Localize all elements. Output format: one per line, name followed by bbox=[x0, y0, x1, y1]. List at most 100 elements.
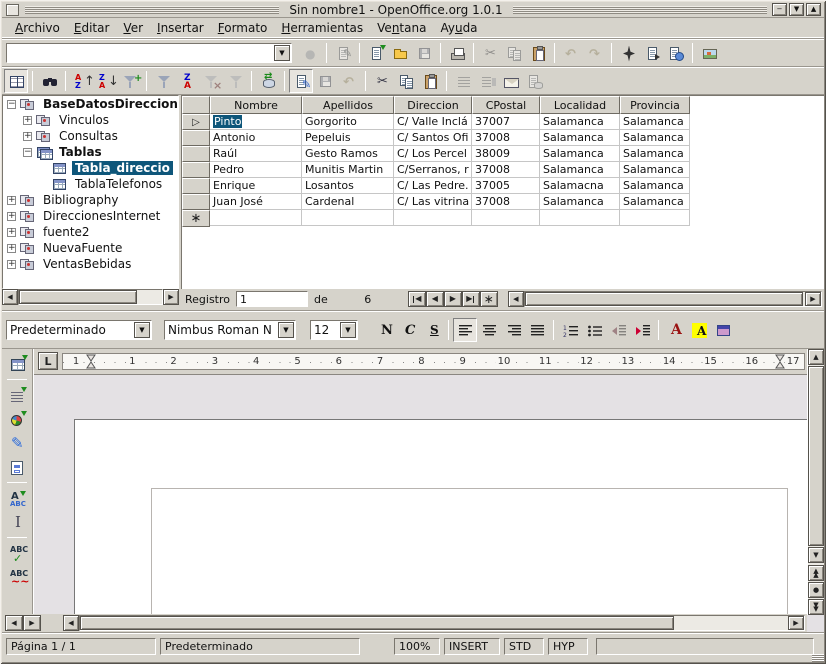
maximize-up-button[interactable]: ▲ bbox=[806, 3, 821, 16]
grid-cell[interactable]: Munitis Martin bbox=[302, 162, 394, 178]
paste-button[interactable] bbox=[526, 41, 550, 65]
grid-cell[interactable]: Salamanca bbox=[620, 194, 690, 210]
menu-ventana[interactable]: Ventana bbox=[370, 19, 433, 37]
row-header[interactable]: ▷ bbox=[182, 114, 210, 130]
tree-item-tablas[interactable]: −Tablas bbox=[3, 144, 178, 160]
grid-scrollbar-thumb[interactable] bbox=[525, 292, 803, 306]
document-page[interactable] bbox=[74, 419, 807, 614]
grid-cell[interactable]: Gesto Ramos bbox=[302, 146, 394, 162]
right-margin-marker-icon[interactable] bbox=[775, 354, 785, 373]
italic-button[interactable]: C bbox=[396, 318, 420, 342]
page-style[interactable]: Predeterminado bbox=[160, 638, 360, 655]
font-size-value[interactable]: 12 bbox=[311, 323, 340, 337]
grid-cell[interactable]: Salamacna bbox=[540, 178, 620, 194]
doc-scroll-right-icon[interactable]: ▶ bbox=[788, 616, 804, 630]
refresh-button[interactable]: ⇄ bbox=[256, 69, 280, 93]
tree-item-direccionesinternet[interactable]: +DireccionesInternet bbox=[3, 208, 178, 224]
column-header-direccion[interactable]: Direccion bbox=[394, 96, 472, 114]
grid-cell[interactable]: C/ Valle Inclá bbox=[394, 114, 472, 130]
row-header[interactable] bbox=[182, 162, 210, 178]
tree-item-tabla_direccio[interactable]: Tabla_direccio bbox=[3, 160, 178, 176]
scrollbar-thumb[interactable] bbox=[19, 290, 137, 304]
grid-cell[interactable] bbox=[540, 210, 620, 226]
sort-dialog-button[interactable]: ZA bbox=[175, 69, 199, 93]
explorer-horizontal-scrollbar[interactable]: ◀ ▶ bbox=[2, 289, 179, 307]
grid-cell[interactable]: Enrique bbox=[210, 178, 302, 194]
font-color-button[interactable]: A bbox=[663, 318, 687, 342]
hyperlink-mode[interactable]: HYP bbox=[548, 638, 588, 655]
insert-object-button[interactable] bbox=[5, 407, 29, 431]
first-record-button[interactable]: ◀ bbox=[408, 291, 426, 307]
font-name-value[interactable]: Nimbus Roman N bbox=[165, 323, 278, 337]
grid-scroll-left-icon[interactable]: ◀ bbox=[508, 291, 524, 307]
chevron-down-icon[interactable]: ▼ bbox=[134, 322, 150, 338]
record-number-input[interactable]: 1 bbox=[236, 291, 308, 307]
direct-cursor-button[interactable]: I bbox=[5, 510, 29, 534]
status-extra[interactable] bbox=[596, 638, 814, 655]
new-record-button[interactable]: ∗ bbox=[480, 291, 498, 307]
tree-item-fuente2[interactable]: +fuente2 bbox=[3, 224, 178, 240]
menu-insertar[interactable]: Insertar bbox=[150, 19, 211, 37]
grid-cell[interactable]: Salamanca bbox=[620, 162, 690, 178]
previous-record-button[interactable]: ◀ bbox=[426, 291, 444, 307]
font-size-combobox[interactable]: 12 ▼ bbox=[310, 320, 358, 340]
grid-scroll-right-icon[interactable]: ▶ bbox=[805, 292, 821, 306]
grid-cell[interactable]: Salamanca bbox=[620, 178, 690, 194]
grid-cell[interactable]: Losantos bbox=[302, 178, 394, 194]
expand-icon[interactable]: + bbox=[23, 132, 32, 141]
numbered-list-button[interactable]: 12 bbox=[558, 318, 582, 342]
sort-descending-button[interactable]: ZA↓ bbox=[94, 69, 118, 93]
grid-cell[interactable]: Pinto bbox=[210, 114, 302, 130]
resize-grip[interactable] bbox=[812, 654, 824, 662]
insert-fields-button[interactable] bbox=[5, 383, 29, 407]
grid-cell[interactable]: Juan José bbox=[210, 194, 302, 210]
grid-cell[interactable]: C/Serranos, r bbox=[394, 162, 472, 178]
toolbar-scroll-right-icon[interactable]: ▶ bbox=[23, 615, 41, 631]
grid-cell[interactable] bbox=[620, 210, 690, 226]
navigation-button[interactable]: ● bbox=[808, 582, 824, 598]
grid-cell[interactable] bbox=[472, 210, 540, 226]
row-header[interactable] bbox=[182, 178, 210, 194]
next-record-button[interactable]: ▶ bbox=[444, 291, 462, 307]
grid-cell[interactable]: Salamanca bbox=[540, 146, 620, 162]
column-header-provincia[interactable]: Provincia bbox=[620, 96, 690, 114]
paragraph-style-value[interactable]: Predeterminado bbox=[7, 323, 134, 337]
paragraph-background-button[interactable] bbox=[711, 318, 735, 342]
vertical-scrollbar[interactable]: ▲ ▼ ▲▲ ● ▼▼ bbox=[807, 349, 824, 615]
copy-button[interactable] bbox=[394, 69, 418, 93]
increase-indent-button[interactable] bbox=[630, 318, 654, 342]
grid-cell[interactable]: Pepeluis bbox=[302, 130, 394, 146]
grid-cell[interactable]: 37008 bbox=[472, 162, 540, 178]
underline-button[interactable]: S bbox=[420, 318, 444, 342]
grid-cell[interactable]: C/ Los Percel bbox=[394, 146, 472, 162]
grid-cell[interactable]: Gorgorito bbox=[302, 114, 394, 130]
column-header-cpostal[interactable]: CPostal bbox=[472, 96, 540, 114]
autospellcheck-button[interactable]: ABC~~ bbox=[5, 565, 29, 589]
row-header[interactable] bbox=[182, 146, 210, 162]
grid-cell[interactable]: Raúl bbox=[210, 146, 302, 162]
bullet-list-button[interactable] bbox=[582, 318, 606, 342]
grid-cell[interactable]: Pedro bbox=[210, 162, 302, 178]
grid-cell[interactable]: Antonio bbox=[210, 130, 302, 146]
menu-editar[interactable]: Editar bbox=[67, 19, 117, 37]
align-right-button[interactable] bbox=[501, 318, 525, 342]
expand-icon[interactable]: + bbox=[7, 260, 16, 269]
new-record-icon[interactable]: ∗ bbox=[182, 210, 210, 227]
tree-item-basedatosdireccion[interactable]: −BaseDatosDireccion bbox=[3, 96, 178, 112]
page-indicator[interactable]: Página 1 / 1 bbox=[6, 638, 156, 655]
highlighting-button[interactable]: A bbox=[687, 318, 711, 342]
stylist-button[interactable] bbox=[640, 41, 664, 65]
window-system-icon[interactable] bbox=[6, 4, 19, 16]
tree-item-vinculos[interactable]: +Vinculos bbox=[3, 112, 178, 128]
last-record-button[interactable]: ▶ bbox=[462, 291, 480, 307]
sort-ascending-button[interactable]: AZ↑ bbox=[70, 69, 94, 93]
column-header-nombre[interactable]: Nombre bbox=[210, 96, 302, 114]
bold-button[interactable]: N bbox=[372, 318, 396, 342]
scroll-down-icon[interactable]: ▼ bbox=[808, 547, 824, 563]
previous-page-button[interactable]: ▲▲ bbox=[808, 565, 824, 581]
align-left-button[interactable] bbox=[453, 318, 477, 342]
grid-cell[interactable]: Salamanca bbox=[620, 146, 690, 162]
navigator-button[interactable] bbox=[616, 41, 640, 65]
toolbar-scroll-left-icon[interactable]: ◀ bbox=[5, 615, 23, 631]
next-page-button[interactable]: ▼▼ bbox=[808, 599, 824, 615]
